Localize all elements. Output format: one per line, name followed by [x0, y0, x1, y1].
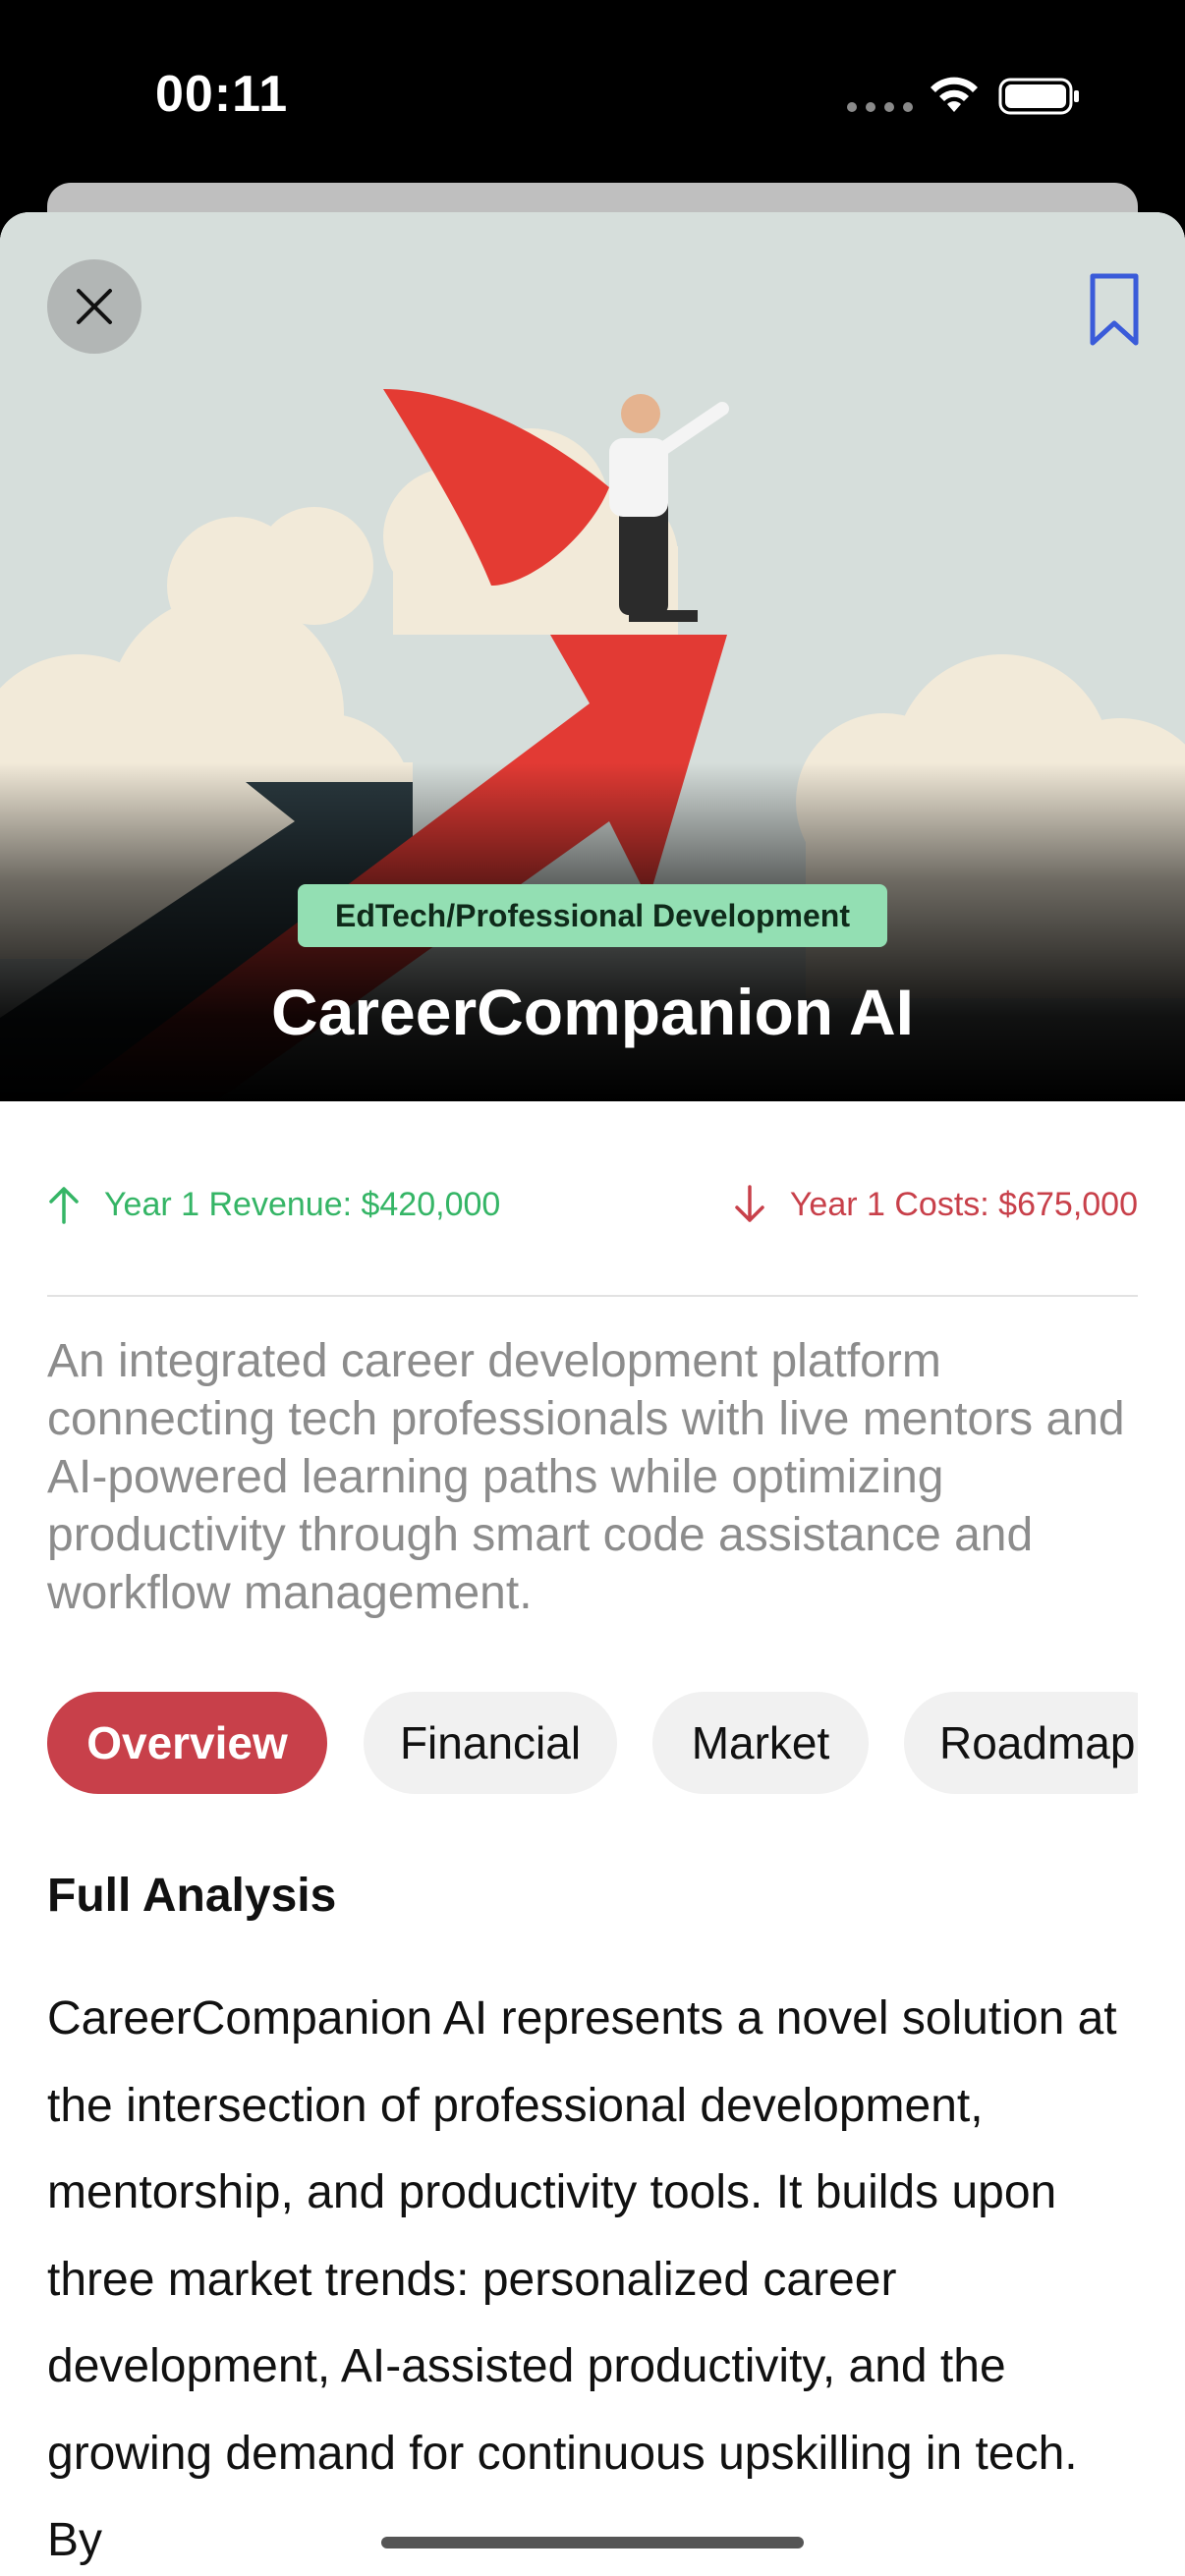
- status-time: 00:11: [155, 66, 289, 123]
- close-button[interactable]: [47, 259, 141, 354]
- arrow-up-icon: [49, 1187, 79, 1224]
- section-heading: Full Analysis: [47, 1870, 337, 1922]
- battery-icon: [998, 78, 1079, 115]
- bookmark-button[interactable]: [1081, 265, 1148, 356]
- tab-bar: Overview Financial Market Roadmap: [47, 1692, 1138, 1794]
- hero-image: EdTech/Professional Development CareerCo…: [0, 212, 1185, 1101]
- home-indicator[interactable]: [381, 2537, 804, 2548]
- tab-roadmap[interactable]: Roadmap: [904, 1692, 1138, 1794]
- costs-metric: Year 1 Costs: $675,000: [733, 1185, 1138, 1224]
- close-icon: [77, 289, 112, 324]
- costs-text: Year 1 Costs: $675,000: [789, 1185, 1138, 1223]
- cellular-signal-icon: [847, 102, 913, 112]
- category-badge: EdTech/Professional Development: [298, 884, 887, 947]
- divider: [47, 1295, 1138, 1297]
- idea-title: CareerCompanion AI: [270, 976, 914, 1048]
- revenue-text: Year 1 Revenue: $420,000: [104, 1185, 501, 1223]
- tab-financial[interactable]: Financial: [364, 1692, 617, 1794]
- revenue-metric: Year 1 Revenue: $420,000: [47, 1185, 500, 1224]
- idea-detail-sheet: EdTech/Professional Development CareerCo…: [0, 212, 1185, 2576]
- metrics-row: Year 1 Revenue: $420,000 Year 1 Costs: $…: [47, 1185, 1138, 1244]
- status-bar: 00:11: [0, 0, 1185, 187]
- tab-market[interactable]: Market: [652, 1692, 869, 1794]
- tab-overview[interactable]: Overview: [47, 1692, 327, 1794]
- bookmark-icon: [1090, 273, 1139, 346]
- analysis-text: CareerCompanion AI represents a novel so…: [47, 1992, 1117, 2566]
- arrow-down-icon: [735, 1185, 764, 1222]
- wifi-icon: [931, 77, 978, 112]
- idea-description: An integrated career development platfor…: [47, 1335, 1125, 1619]
